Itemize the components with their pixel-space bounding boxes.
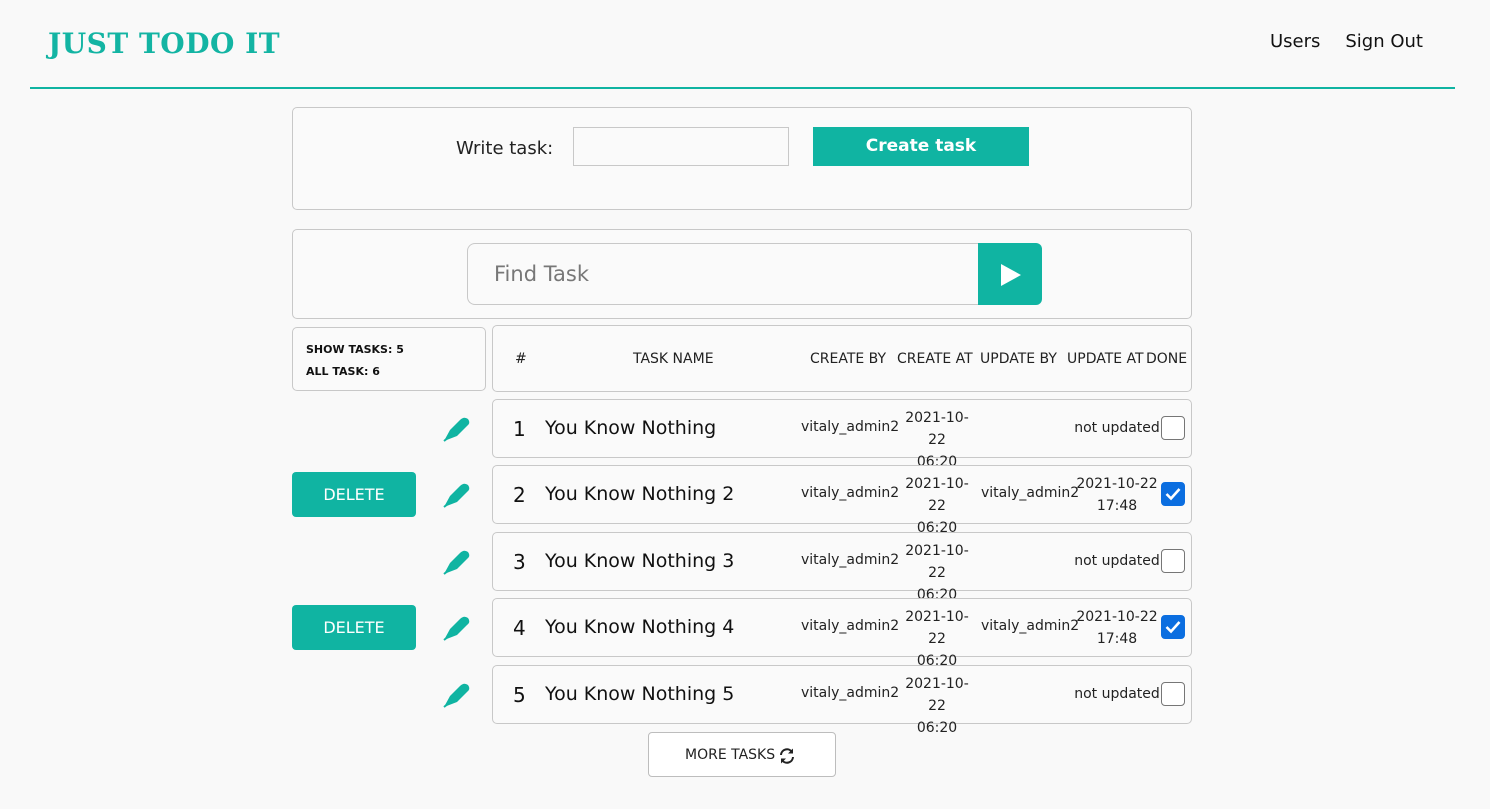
write-task-label: Write task: [456, 138, 554, 159]
app-logo[interactable]: JUST TODO IT [48, 27, 280, 60]
updated-at: 2021-10-22 17:48 [1073, 606, 1161, 650]
task-number: 2 [513, 483, 526, 507]
table-row: 2 You Know Nothing 2 vitaly_admin2 2021-… [492, 465, 1192, 536]
created-date: 2021-10-22 [905, 676, 969, 714]
table-row: 5 You Know Nothing 5 vitaly_admin2 2021-… [492, 665, 1192, 736]
top-nav: Users Sign Out [1270, 31, 1423, 52]
created-at: 2021-10-22 06:20 [897, 540, 977, 606]
table-row: 4 You Know Nothing 4 vitaly_admin2 2021-… [492, 598, 1192, 669]
table-row: 3 You Know Nothing 3 vitaly_admin2 2021-… [492, 532, 1192, 603]
created-by: vitaly_admin2 [801, 552, 900, 568]
task-name[interactable]: You Know Nothing 3 [545, 550, 734, 572]
updated-date: not updated [1074, 686, 1160, 702]
pen-icon[interactable] [440, 477, 474, 511]
delete-button[interactable]: DELETE [292, 472, 416, 517]
updated-date: not updated [1074, 420, 1160, 436]
all-tasks-count: ALL TASK: 6 [306, 365, 380, 378]
more-tasks-label: MORE TASKS [685, 747, 776, 763]
col-update-by: UPDATE BY [980, 351, 1057, 367]
more-tasks-button[interactable]: MORE TASKS [648, 732, 836, 777]
done-checkbox[interactable] [1161, 482, 1185, 506]
created-date: 2021-10-22 [905, 476, 969, 514]
header: JUST TODO IT Users Sign Out [30, 0, 1455, 89]
delete-button[interactable]: DELETE [292, 605, 416, 650]
nav-users-link[interactable]: Users [1270, 31, 1320, 52]
task-stats: SHOW TASKS: 5 ALL TASK: 6 [292, 327, 486, 391]
task-name[interactable]: You Know Nothing 4 [545, 616, 734, 638]
col-create-by: CREATE BY [810, 351, 887, 367]
nav-sign-out-link[interactable]: Sign Out [1345, 31, 1423, 52]
updated-by: vitaly_admin2 [981, 618, 1080, 634]
updated-date: 2021-10-22 [1076, 476, 1158, 492]
col-create-at: CREATE AT [897, 351, 973, 367]
created-date: 2021-10-22 [905, 543, 969, 581]
updated-at: 2021-10-22 17:48 [1073, 473, 1161, 517]
updated-time: 17:48 [1096, 498, 1138, 514]
create-task-panel: Write task: Create task [292, 107, 1192, 210]
task-name[interactable]: You Know Nothing 5 [545, 683, 734, 705]
table-row: 1 You Know Nothing vitaly_admin2 2021-10… [492, 399, 1192, 470]
col-update-at: UPDATE AT [1067, 351, 1144, 367]
done-checkbox[interactable] [1161, 416, 1185, 440]
created-by: vitaly_admin2 [801, 485, 900, 501]
created-at: 2021-10-22 06:20 [897, 606, 977, 672]
updated-at: not updated [1073, 419, 1161, 437]
task-number: 1 [513, 417, 526, 441]
checkmark-icon [1165, 488, 1181, 501]
pen-icon[interactable] [440, 610, 474, 644]
create-task-button[interactable]: Create task [813, 127, 1029, 166]
created-by: vitaly_admin2 [801, 419, 900, 435]
col-done: DONE [1146, 351, 1188, 367]
task-input[interactable] [573, 127, 789, 166]
checkmark-icon [1165, 621, 1181, 634]
show-tasks-count: SHOW TASKS: 5 [306, 343, 404, 356]
created-at: 2021-10-22 06:20 [897, 407, 977, 473]
updated-time: 17:48 [1096, 631, 1138, 647]
search-panel: Find Task [292, 229, 1192, 319]
task-number: 4 [513, 616, 526, 640]
created-date: 2021-10-22 [905, 410, 969, 448]
task-name[interactable]: You Know Nothing [545, 417, 716, 439]
refresh-icon [780, 748, 794, 764]
created-at: 2021-10-22 06:20 [897, 673, 977, 739]
table-header: # TASK NAME CREATE BY CREATE AT UPDATE B… [492, 325, 1192, 392]
created-at: 2021-10-22 06:20 [897, 473, 977, 539]
task-number: 3 [513, 550, 526, 574]
updated-at: not updated [1073, 685, 1161, 703]
done-checkbox[interactable] [1161, 549, 1185, 573]
pen-icon[interactable] [440, 411, 474, 445]
find-task-input[interactable]: Find Task [467, 243, 979, 305]
updated-by: vitaly_admin2 [981, 485, 1080, 501]
pen-icon[interactable] [440, 677, 474, 711]
created-by: vitaly_admin2 [801, 618, 900, 634]
col-number: # [515, 351, 527, 367]
task-number: 5 [513, 683, 526, 707]
search-submit-button[interactable] [978, 243, 1042, 305]
done-checkbox[interactable] [1161, 615, 1185, 639]
updated-at: not updated [1073, 552, 1161, 570]
created-by: vitaly_admin2 [801, 685, 900, 701]
done-checkbox[interactable] [1161, 682, 1185, 706]
pen-icon[interactable] [440, 544, 474, 578]
created-date: 2021-10-22 [905, 609, 969, 647]
updated-date: 2021-10-22 [1076, 609, 1158, 625]
task-name[interactable]: You Know Nothing 2 [545, 483, 734, 505]
col-task-name: TASK NAME [633, 351, 714, 367]
play-icon [1001, 264, 1021, 286]
updated-date: not updated [1074, 553, 1160, 569]
created-time: 06:20 [916, 720, 958, 736]
